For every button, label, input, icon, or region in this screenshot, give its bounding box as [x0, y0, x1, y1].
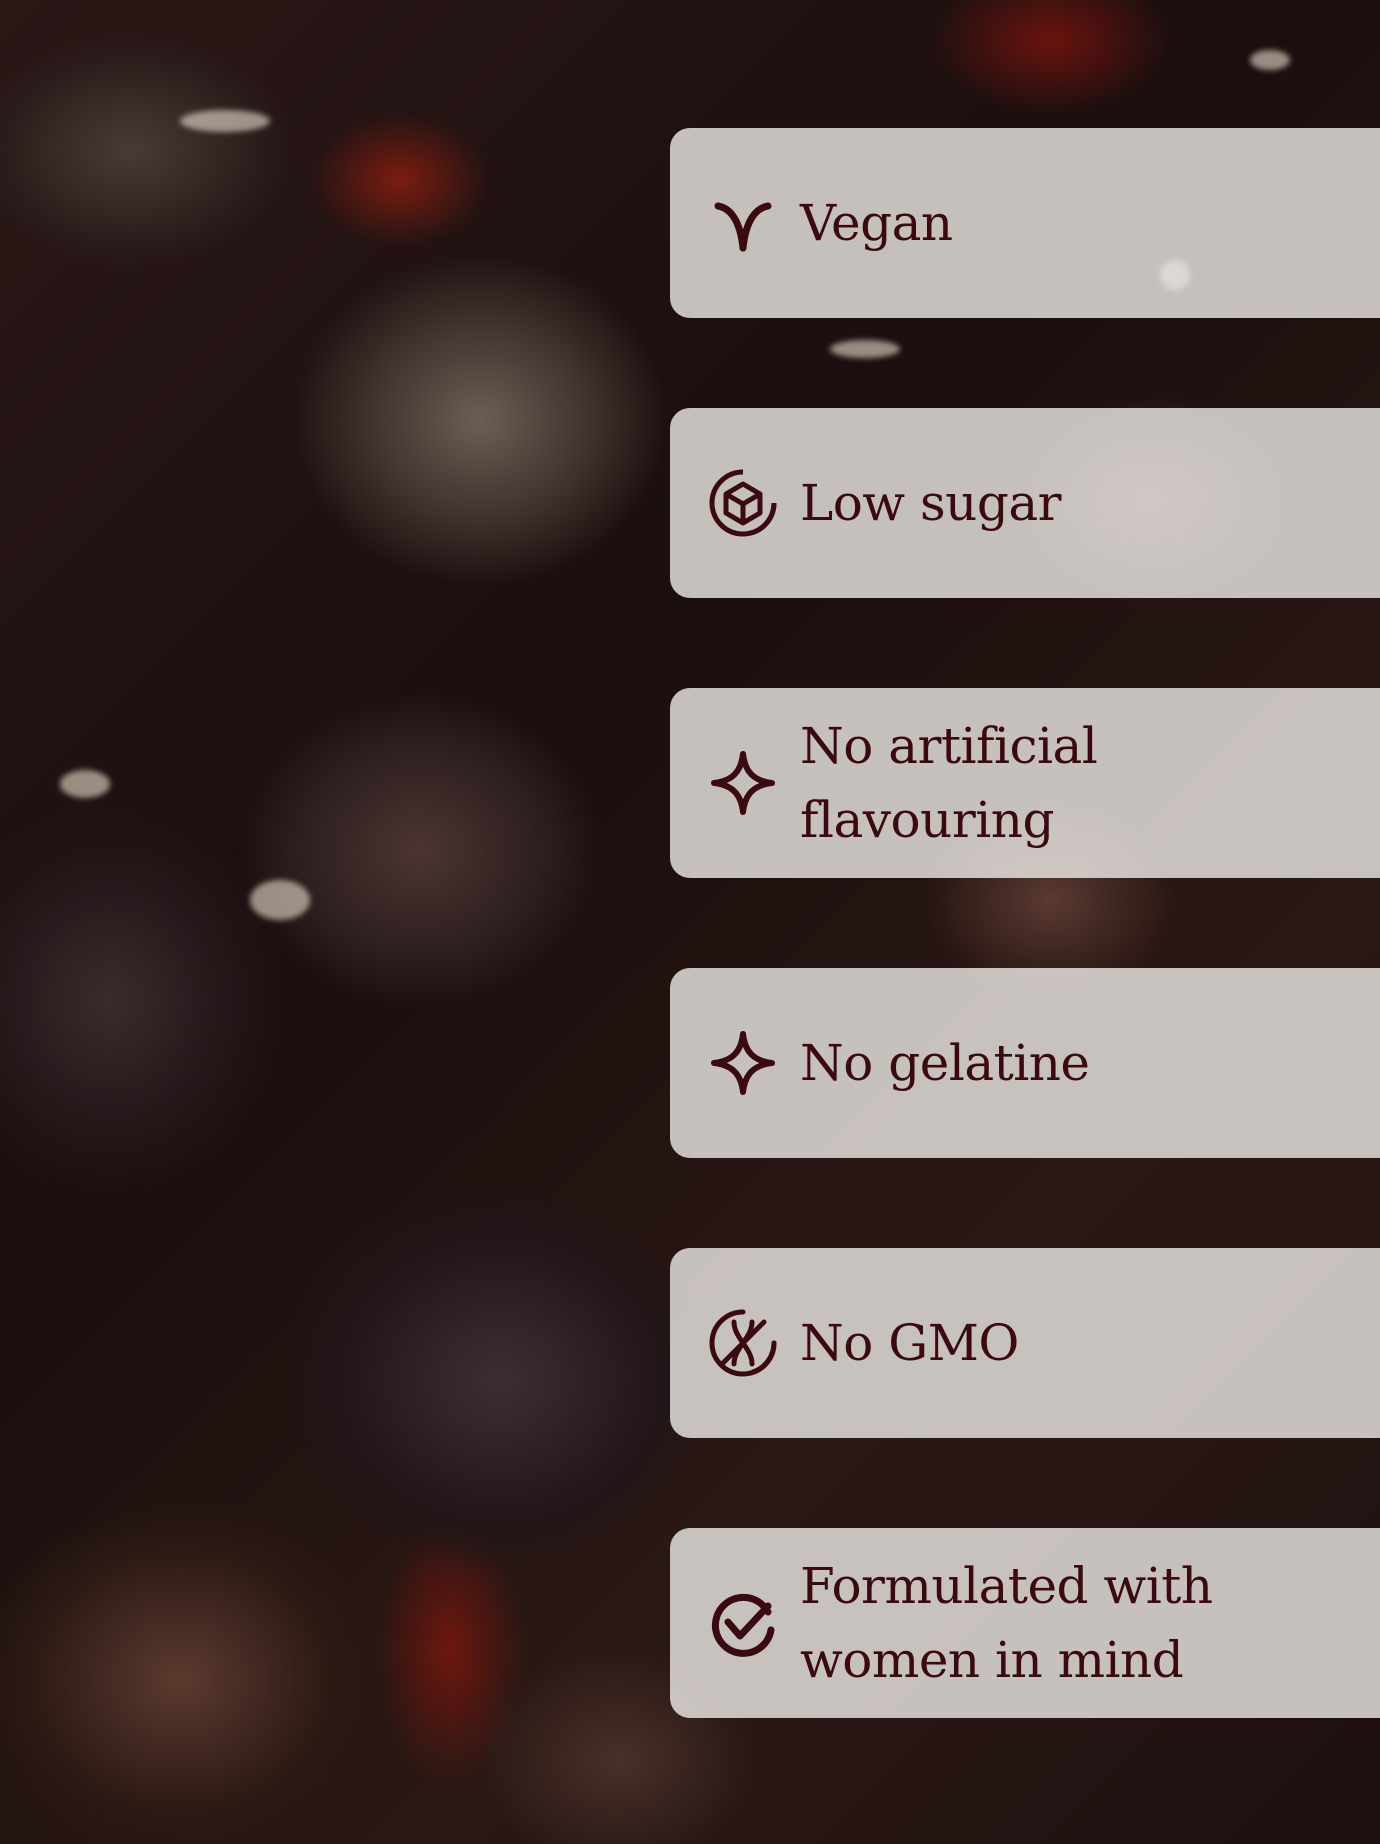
benefits-list: Vegan Low sugar No artificial flavouring: [670, 0, 1380, 1844]
benefit-label: Vegan: [800, 194, 953, 252]
low-sugar-icon: [708, 468, 778, 538]
sparkle-icon: [708, 748, 778, 818]
benefit-card-no-gelatine: No gelatine: [670, 968, 1380, 1158]
benefit-label: No GMO: [800, 1314, 1019, 1372]
sparkle-icon: [708, 1028, 778, 1098]
vegan-icon: [708, 188, 778, 258]
benefit-card-no-gmo: No GMO: [670, 1248, 1380, 1438]
benefit-label: Formulated with women in mind: [800, 1557, 1213, 1689]
no-gmo-icon: [708, 1308, 778, 1378]
check-circle-icon: [708, 1588, 778, 1658]
benefit-card-formulated-for-women: Formulated with women in mind: [670, 1528, 1380, 1718]
benefit-card-no-artificial-flavouring: No artificial flavouring: [670, 688, 1380, 878]
benefit-label: No artificial flavouring: [800, 717, 1098, 849]
benefit-card-vegan: Vegan: [670, 128, 1380, 318]
benefit-card-low-sugar: Low sugar: [670, 408, 1380, 598]
highlight: [180, 110, 270, 132]
benefit-label: No gelatine: [800, 1034, 1090, 1092]
highlight: [250, 880, 310, 920]
highlight: [60, 770, 110, 798]
benefit-label: Low sugar: [800, 474, 1062, 532]
